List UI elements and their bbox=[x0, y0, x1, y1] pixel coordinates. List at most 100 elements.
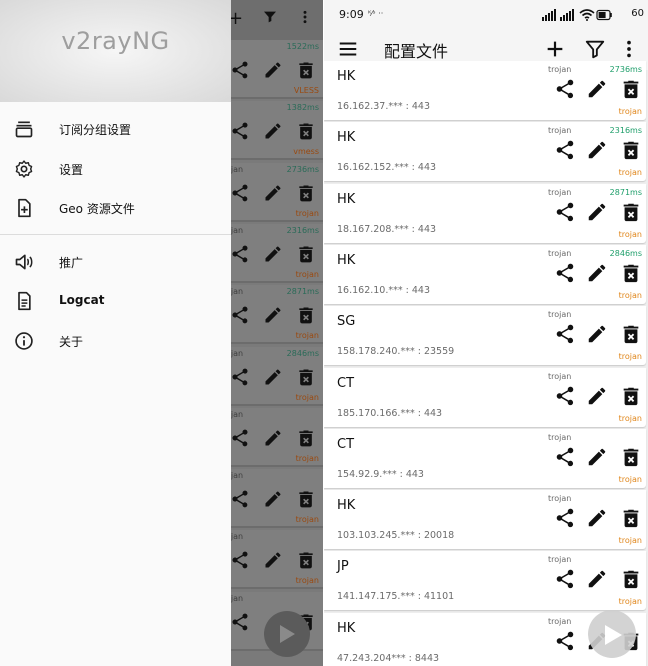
drawer-header: v2rayNG bbox=[0, 0, 231, 102]
delete-icon[interactable] bbox=[620, 507, 642, 529]
delete-icon[interactable] bbox=[620, 201, 642, 223]
server-name: SG bbox=[337, 314, 356, 330]
edit-icon bbox=[265, 185, 281, 201]
menu-item-about[interactable]: 关于 bbox=[0, 322, 231, 360]
server-protocol: trojan bbox=[618, 229, 642, 239]
subscription-icon bbox=[15, 121, 33, 138]
delete-icon[interactable] bbox=[620, 139, 642, 161]
server-card[interactable]: HK 103.103.245.*** : 20018 trojan trojan bbox=[324, 490, 646, 550]
delete-icon[interactable] bbox=[620, 323, 642, 345]
delete-icon bbox=[299, 491, 313, 508]
share-icon[interactable] bbox=[554, 323, 576, 345]
server-card[interactable]: JP 141.147.175.*** : 41101 trojan trojan bbox=[324, 551, 646, 611]
server-address: 16.162.152.*** : 443 bbox=[337, 162, 437, 174]
megaphone-icon bbox=[15, 254, 33, 270]
server-address: 141.147.175.*** : 41101 bbox=[337, 591, 455, 603]
delete-icon bbox=[299, 552, 313, 569]
server-delay: 1522ms bbox=[286, 42, 319, 51]
share-icon[interactable] bbox=[554, 262, 576, 284]
edit-icon[interactable] bbox=[586, 201, 608, 223]
server-type: trojan bbox=[548, 555, 572, 565]
edit-icon[interactable] bbox=[586, 262, 608, 284]
gear-icon bbox=[15, 160, 33, 178]
server-address: 16.162.10.*** : 443 bbox=[337, 284, 430, 296]
server-delay: 2736ms bbox=[286, 164, 319, 174]
file-add-icon bbox=[18, 198, 31, 218]
server-card[interactable]: HK 16.162.10.*** : 443 trojan 2846ms trojan bbox=[324, 244, 646, 304]
filter-icon[interactable] bbox=[584, 38, 606, 60]
navigation-drawer: v2rayNG 订阅分组设置 设置 Geo 资源文件 推广 Logcat 关于 bbox=[0, 0, 231, 666]
delete-icon[interactable] bbox=[620, 568, 642, 590]
delete-icon[interactable] bbox=[620, 385, 642, 407]
server-delay: 2846ms bbox=[286, 348, 319, 358]
menu-item-logcat[interactable]: Logcat bbox=[0, 282, 231, 320]
share-icon[interactable] bbox=[554, 78, 576, 100]
share-icon[interactable] bbox=[554, 507, 576, 529]
delete-icon[interactable] bbox=[620, 78, 642, 100]
edit-icon[interactable] bbox=[586, 568, 608, 590]
share-icon[interactable] bbox=[554, 385, 576, 407]
filter-icon bbox=[264, 11, 276, 23]
share-icon[interactable] bbox=[554, 139, 576, 161]
delete-icon bbox=[299, 307, 313, 324]
edit-icon[interactable] bbox=[586, 507, 608, 529]
delete-icon[interactable] bbox=[620, 262, 642, 284]
server-card[interactable]: HK 18.167.208.*** : 443 trojan 2871ms trojan bbox=[324, 183, 646, 243]
server-protocol: trojan bbox=[295, 515, 319, 525]
server-protocol: trojan bbox=[295, 208, 319, 218]
more-vert-icon[interactable] bbox=[618, 38, 640, 60]
server-address: 185.170.166.*** : 443 bbox=[337, 407, 443, 419]
server-card[interactable]: SG 158.178.240.*** : 23559 trojan trojan bbox=[324, 306, 646, 366]
menu-icon[interactable] bbox=[337, 38, 359, 60]
server-card[interactable]: CT 185.170.166.*** : 443 trojan trojan bbox=[324, 367, 646, 427]
app-title: v2rayNG bbox=[61, 27, 170, 55]
server-card[interactable]: CT 154.92.9.*** : 443 trojan trojan bbox=[324, 428, 646, 488]
delete-icon[interactable] bbox=[620, 446, 642, 468]
server-delay: 2316ms bbox=[609, 126, 642, 136]
share-icon[interactable] bbox=[554, 446, 576, 468]
server-address: 154.92.9.*** : 443 bbox=[337, 468, 424, 480]
edit-icon bbox=[265, 123, 281, 139]
server-card[interactable]: HK 16.162.37.*** : 443 trojan 2736ms trojan bbox=[324, 61, 646, 120]
share-icon[interactable] bbox=[554, 568, 576, 590]
log-icon bbox=[18, 291, 31, 311]
server-address: 158.178.240.*** : 23559 bbox=[337, 346, 455, 358]
play-icon bbox=[605, 625, 622, 645]
edit-icon[interactable] bbox=[586, 323, 608, 345]
server-protocol: VLESS bbox=[293, 86, 319, 95]
signal-wifi-icons bbox=[542, 9, 612, 21]
start-vpn-fab[interactable] bbox=[588, 610, 636, 658]
delete-icon bbox=[299, 123, 313, 140]
server-delay: 2846ms bbox=[609, 248, 642, 258]
dimmed-start-fab bbox=[264, 611, 310, 657]
menu-item-subscription[interactable]: 订阅分组设置 bbox=[0, 110, 231, 148]
share-icon bbox=[232, 184, 248, 201]
server-card[interactable]: HK 16.162.152.*** : 443 trojan 2316ms trojan bbox=[324, 122, 646, 182]
edit-icon[interactable] bbox=[586, 446, 608, 468]
server-protocol: trojan bbox=[618, 413, 642, 423]
server-type: trojan bbox=[548, 65, 572, 74]
server-type: trojan bbox=[548, 126, 572, 136]
status-bar: 9:09 ᴷ⁄ˢ ·· 60 bbox=[324, 0, 648, 30]
server-name: HK bbox=[337, 498, 356, 514]
share-icon bbox=[232, 429, 248, 447]
share-icon[interactable] bbox=[554, 630, 576, 652]
edit-icon bbox=[265, 491, 281, 507]
edit-icon[interactable] bbox=[586, 385, 608, 407]
menu-item-promotion[interactable]: 推广 bbox=[0, 243, 231, 281]
server-protocol: trojan bbox=[618, 597, 642, 607]
more-vert-icon bbox=[303, 10, 307, 24]
share-icon bbox=[232, 551, 248, 569]
edit-icon[interactable] bbox=[586, 139, 608, 161]
server-protocol: trojan bbox=[618, 290, 642, 300]
edit-icon[interactable] bbox=[586, 78, 608, 100]
server-delay: 2871ms bbox=[609, 187, 642, 197]
server-protocol: trojan bbox=[295, 576, 319, 586]
server-name: HK bbox=[337, 252, 356, 268]
menu-item-settings[interactable]: 设置 bbox=[0, 150, 231, 188]
menu-item-geo-files[interactable]: Geo 资源文件 bbox=[0, 189, 231, 227]
server-protocol: trojan bbox=[618, 168, 642, 178]
share-icon[interactable] bbox=[554, 201, 576, 223]
add-icon[interactable] bbox=[544, 38, 566, 60]
drawer-divider bbox=[0, 234, 231, 235]
